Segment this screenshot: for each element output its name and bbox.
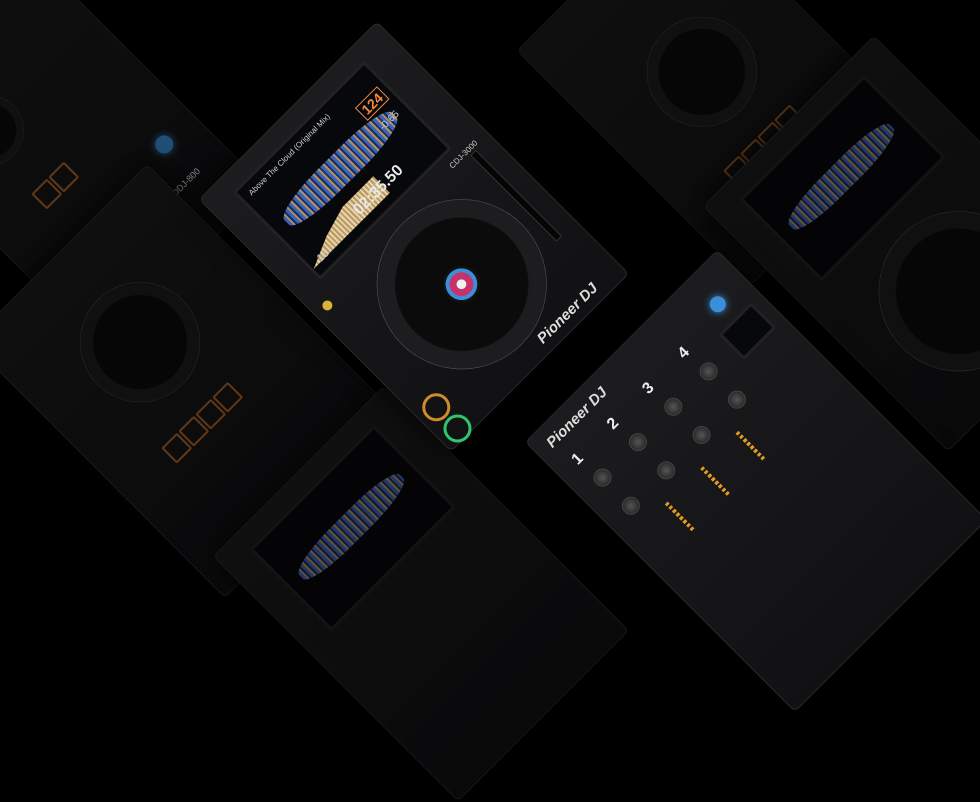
- channel-4-label: 4: [674, 343, 694, 363]
- trim-knob[interactable]: [625, 429, 651, 455]
- jog-wheel: [55, 257, 225, 427]
- mixer-display: [718, 302, 777, 361]
- beat-sync-button: [151, 131, 177, 158]
- hot-cue-button[interactable]: [320, 298, 335, 313]
- channel-2-label: 2: [603, 414, 623, 433]
- eq-knob[interactable]: [618, 493, 644, 519]
- waveform: [780, 115, 902, 238]
- jog-wheel: [0, 80, 39, 180]
- channel-1-label: 1: [568, 449, 587, 469]
- level-meter: [664, 501, 696, 533]
- pioneer-dj-logo: Pioneer DJ: [543, 383, 611, 452]
- eq-knob[interactable]: [724, 386, 750, 413]
- trim-knob[interactable]: [695, 358, 722, 385]
- waveform: [290, 465, 412, 588]
- eq-knob[interactable]: [688, 422, 715, 448]
- trim-knob[interactable]: [660, 394, 686, 420]
- level-meter: [735, 430, 767, 462]
- eq-knob[interactable]: [653, 457, 679, 484]
- jog-wheel: [624, 0, 780, 150]
- level-meter: [700, 466, 732, 498]
- channel-3-label: 3: [639, 379, 658, 398]
- trim-knob[interactable]: [589, 464, 616, 491]
- jog-display: [435, 257, 489, 311]
- beat-fx-button[interactable]: [706, 292, 730, 316]
